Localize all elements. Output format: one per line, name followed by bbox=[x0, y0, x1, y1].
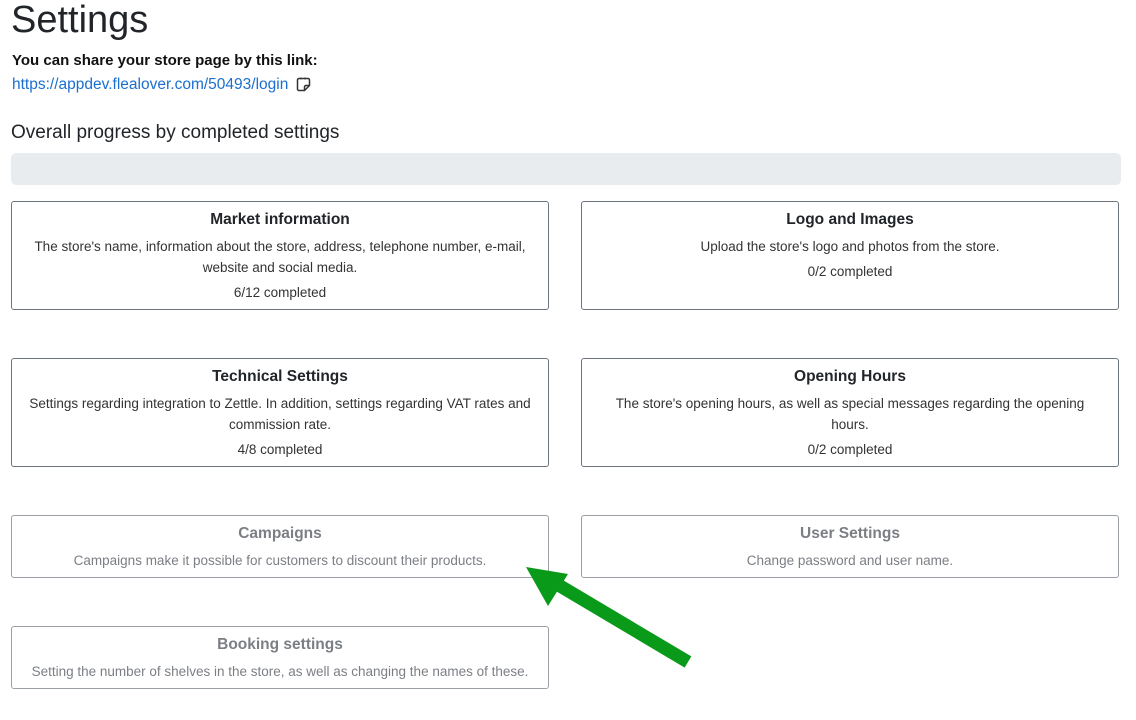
share-link-row: https://appdev.flealover.com/50493/login bbox=[12, 76, 314, 94]
card-logo-and-images[interactable]: Logo and Images Upload the store's logo … bbox=[581, 201, 1119, 310]
progress-title: Overall progress by completed settings bbox=[11, 122, 340, 143]
card-title: User Settings bbox=[800, 525, 900, 542]
card-opening-hours[interactable]: Opening Hours The store's opening hours,… bbox=[581, 358, 1119, 467]
card-campaigns[interactable]: Campaigns Campaigns make it possible for… bbox=[11, 515, 549, 578]
card-technical-settings[interactable]: Technical Settings Settings regarding in… bbox=[11, 358, 549, 467]
overall-progress-bar bbox=[11, 153, 1121, 185]
card-description: The store's name, information about the … bbox=[34, 239, 526, 275]
card-progress: 0/2 completed bbox=[807, 264, 893, 279]
share-label: You can share your store page by this li… bbox=[12, 52, 318, 69]
card-description: Setting the number of shelves in the sto… bbox=[31, 664, 529, 679]
card-booking-settings[interactable]: Booking settings Setting the number of s… bbox=[11, 626, 549, 689]
card-title: Opening Hours bbox=[794, 368, 906, 385]
card-progress: 0/2 completed bbox=[807, 442, 893, 457]
share-link[interactable]: https://appdev.flealover.com/50493/login bbox=[12, 76, 288, 94]
card-title: Logo and Images bbox=[786, 211, 914, 228]
page-title: Settings bbox=[11, 0, 149, 41]
card-progress: 4/8 completed bbox=[237, 442, 323, 457]
card-description: The store's opening hours, as well as sp… bbox=[615, 396, 1085, 432]
copy-icon[interactable] bbox=[296, 76, 314, 94]
card-title: Technical Settings bbox=[212, 368, 348, 385]
card-title: Market information bbox=[210, 211, 350, 228]
card-description: Upload the store's logo and photos from … bbox=[700, 239, 1000, 254]
card-description: Campaigns make it possible for customers… bbox=[73, 553, 487, 568]
card-progress: 6/12 completed bbox=[233, 285, 327, 300]
card-title: Booking settings bbox=[217, 636, 343, 653]
card-title: Campaigns bbox=[238, 525, 322, 542]
card-description: Settings regarding integration to Zettle… bbox=[29, 396, 531, 432]
card-market-information[interactable]: Market information The store's name, inf… bbox=[11, 201, 549, 310]
arrow-icon bbox=[526, 567, 692, 668]
